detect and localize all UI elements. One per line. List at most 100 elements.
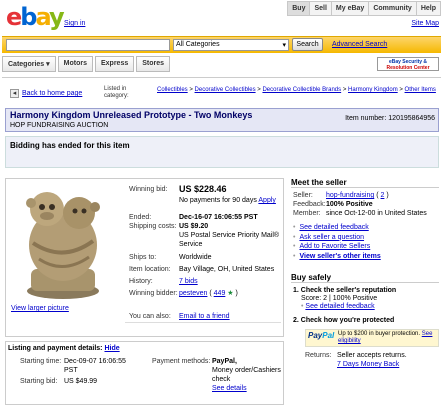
see-detailed-feedback-link[interactable]: See detailed feedback bbox=[299, 223, 368, 233]
buy-safely-heading: Buy safely bbox=[291, 273, 332, 282]
stores-tab[interactable]: Stores bbox=[136, 56, 171, 72]
listing-details-right: Payment methods: PayPal, Money order/Cash… bbox=[152, 357, 284, 393]
ended-value: Dec-16-07 16:06:55 PST bbox=[179, 214, 258, 221]
divider bbox=[291, 282, 439, 283]
buy-safely-steps: 1. Check the seller's reputation Score: … bbox=[293, 287, 439, 325]
member-label: Member: bbox=[293, 210, 321, 217]
security-center-link[interactable]: eBay Security & Resolution Center bbox=[377, 57, 439, 71]
motors-tab[interactable]: Motors bbox=[57, 56, 93, 72]
breadcrumb: Collectibles > Decorative Collectibles >… bbox=[157, 87, 436, 93]
member-value: since Oct-12-00 in United States bbox=[326, 210, 427, 217]
categories-menu[interactable]: Categories ▾ bbox=[2, 56, 56, 72]
breadcrumb-decorative-brands[interactable]: Decorative Collectible Brands bbox=[262, 87, 341, 93]
step-protection: 2. Check how you're protected bbox=[293, 317, 395, 324]
email-friend-link[interactable]: Email to a friend bbox=[179, 312, 281, 321]
back-arrow-icon: ◂ bbox=[10, 89, 19, 98]
category-select[interactable]: All Categories ▾ bbox=[173, 39, 289, 51]
nav-buy[interactable]: Buy bbox=[288, 2, 310, 15]
see-payment-details-link[interactable]: See details bbox=[212, 384, 284, 393]
seller-score-link[interactable]: 2 bbox=[381, 192, 385, 199]
divider bbox=[291, 187, 439, 188]
winning-bidder-link[interactable]: pesteven bbox=[179, 290, 207, 297]
bidder-score-link[interactable]: 449 bbox=[214, 290, 226, 297]
shipping-cost: US $9.20 bbox=[179, 223, 209, 230]
feedback-label: Feedback: bbox=[293, 201, 326, 208]
score-line: Score: 2 | 100% Positive bbox=[301, 295, 378, 302]
starting-bid-label: Starting bid: bbox=[20, 378, 58, 385]
breadcrumb-collectibles[interactable]: Collectibles bbox=[157, 87, 188, 93]
winning-bid-label: Winning bid: bbox=[129, 186, 168, 193]
payment-methods-label: Payment methods: bbox=[152, 358, 211, 365]
starting-time-label: Starting time: bbox=[20, 358, 62, 365]
top-nav: Buy Sell My eBay Community Help bbox=[287, 1, 441, 16]
returns-value: Seller accepts returns. bbox=[337, 352, 407, 359]
express-tab[interactable]: Express bbox=[94, 56, 135, 72]
breadcrumb-other-items[interactable]: Other Items bbox=[405, 87, 436, 93]
shipping-label: Shipping costs: bbox=[129, 223, 177, 230]
bullet-icon: • bbox=[293, 233, 296, 241]
money-back-link[interactable]: 7 Days Money Back bbox=[337, 360, 439, 369]
shipping-service: US Postal Service Priority Mail® Service bbox=[179, 232, 280, 248]
seller-name-link[interactable]: hop-fundraising bbox=[326, 192, 374, 199]
view-larger-picture-link[interactable]: View larger picture bbox=[11, 305, 69, 312]
chevron-down-icon: ▾ bbox=[282, 42, 286, 49]
ships-to-label: Ships to: bbox=[129, 254, 157, 261]
winning-bid-value: US $228.46 bbox=[179, 184, 227, 194]
breadcrumb-decorative-collectibles[interactable]: Decorative Collectibles bbox=[195, 87, 256, 93]
back-home[interactable]: ◂ Back to home page bbox=[10, 89, 82, 98]
search-input[interactable] bbox=[6, 39, 170, 51]
ended-label: Ended: bbox=[129, 214, 152, 221]
sign-in-link[interactable]: Sign in bbox=[64, 20, 85, 27]
nav-my-ebay[interactable]: My eBay bbox=[330, 2, 368, 15]
star-icon: ★ bbox=[227, 290, 234, 297]
location-value: Bay Village, OH, United States bbox=[179, 266, 275, 273]
nav-sell[interactable]: Sell bbox=[309, 2, 330, 15]
safety-detailed-feedback-link[interactable]: See detailed feedback bbox=[305, 303, 374, 310]
nav-community[interactable]: Community bbox=[368, 2, 416, 15]
item-subtitle: HOP FUNDRAISING AUCTION bbox=[10, 122, 109, 129]
starting-time-value: Dec-09-07 16:06:55 PST bbox=[64, 358, 126, 374]
apply-link[interactable]: Apply bbox=[258, 197, 276, 204]
search-button[interactable]: Search bbox=[292, 38, 323, 51]
divider bbox=[125, 322, 281, 323]
you-can-also-label: You can also: bbox=[129, 313, 171, 320]
listed-in-label: Listed in category: bbox=[104, 86, 129, 99]
ebay-logo[interactable]: ebay bbox=[6, 4, 65, 30]
step-reputation: 1. Check the seller's reputation bbox=[293, 287, 397, 294]
paypal-protection-text: Up to $200 in buyer protection. See elig… bbox=[338, 331, 433, 344]
payment-paypal: PayPal, bbox=[212, 358, 237, 365]
breadcrumb-harmony-kingdom[interactable]: Harmony Kingdom bbox=[348, 87, 398, 93]
item-number: Item number: 120195864956 bbox=[345, 115, 435, 122]
ships-to-value: Worldwide bbox=[179, 254, 212, 261]
item-title: Harmony Kingdom Unreleased Prototype - T… bbox=[10, 110, 253, 120]
seller-label: Seller: bbox=[293, 192, 313, 199]
item-photo[interactable] bbox=[9, 183, 117, 303]
payment-money-order: Money order/Cashiers check bbox=[212, 367, 281, 383]
no-payments-text: No payments for 90 days bbox=[179, 197, 257, 204]
back-home-link[interactable]: Back to home page bbox=[22, 90, 82, 97]
paypal-logo: PayPal bbox=[308, 331, 335, 340]
seller-links: • See detailed feedback • Ask seller a que… bbox=[293, 223, 439, 261]
bullet-icon: • bbox=[293, 224, 296, 231]
bid-history-link[interactable]: 7 bids bbox=[179, 277, 281, 286]
category-nav: Categories ▾ Motors Express Stores bbox=[2, 56, 172, 72]
history-label: History: bbox=[129, 278, 153, 285]
site-map-link[interactable]: Site Map bbox=[411, 20, 439, 27]
starting-bid-value: US $49.99 bbox=[64, 378, 98, 385]
add-favorite-sellers-link[interactable]: Add to Favorite Sellers bbox=[299, 242, 370, 252]
nav-help[interactable]: Help bbox=[415, 2, 440, 15]
location-label: Item location: bbox=[129, 266, 171, 273]
seller-info: Seller: hop-fundraising ( 2 ) Feedback: 10… bbox=[293, 191, 439, 218]
winning-bidder-label: Winning bidder: bbox=[129, 290, 178, 297]
advanced-search-link[interactable]: Advanced Search bbox=[332, 41, 387, 48]
bullet-icon: • bbox=[293, 252, 296, 260]
view-other-items-link[interactable]: View seller's other items bbox=[299, 252, 380, 262]
ask-seller-question-link[interactable]: Ask seller a question bbox=[299, 233, 364, 243]
item-details: Winning bid: US $228.46 No payments for 9… bbox=[129, 184, 281, 321]
bidding-ended-status: Bidding has ended for this item bbox=[10, 141, 130, 150]
listing-details-heading: Listing and payment details: Hide bbox=[8, 345, 120, 352]
returns-info: Returns: Seller accepts returns. 7 Days M… bbox=[305, 351, 439, 369]
returns-label: Returns: bbox=[305, 352, 332, 359]
listing-details-left: Starting time: Dec-09-07 16:06:55 PST Sta… bbox=[20, 357, 130, 386]
hide-link[interactable]: Hide bbox=[104, 345, 119, 352]
